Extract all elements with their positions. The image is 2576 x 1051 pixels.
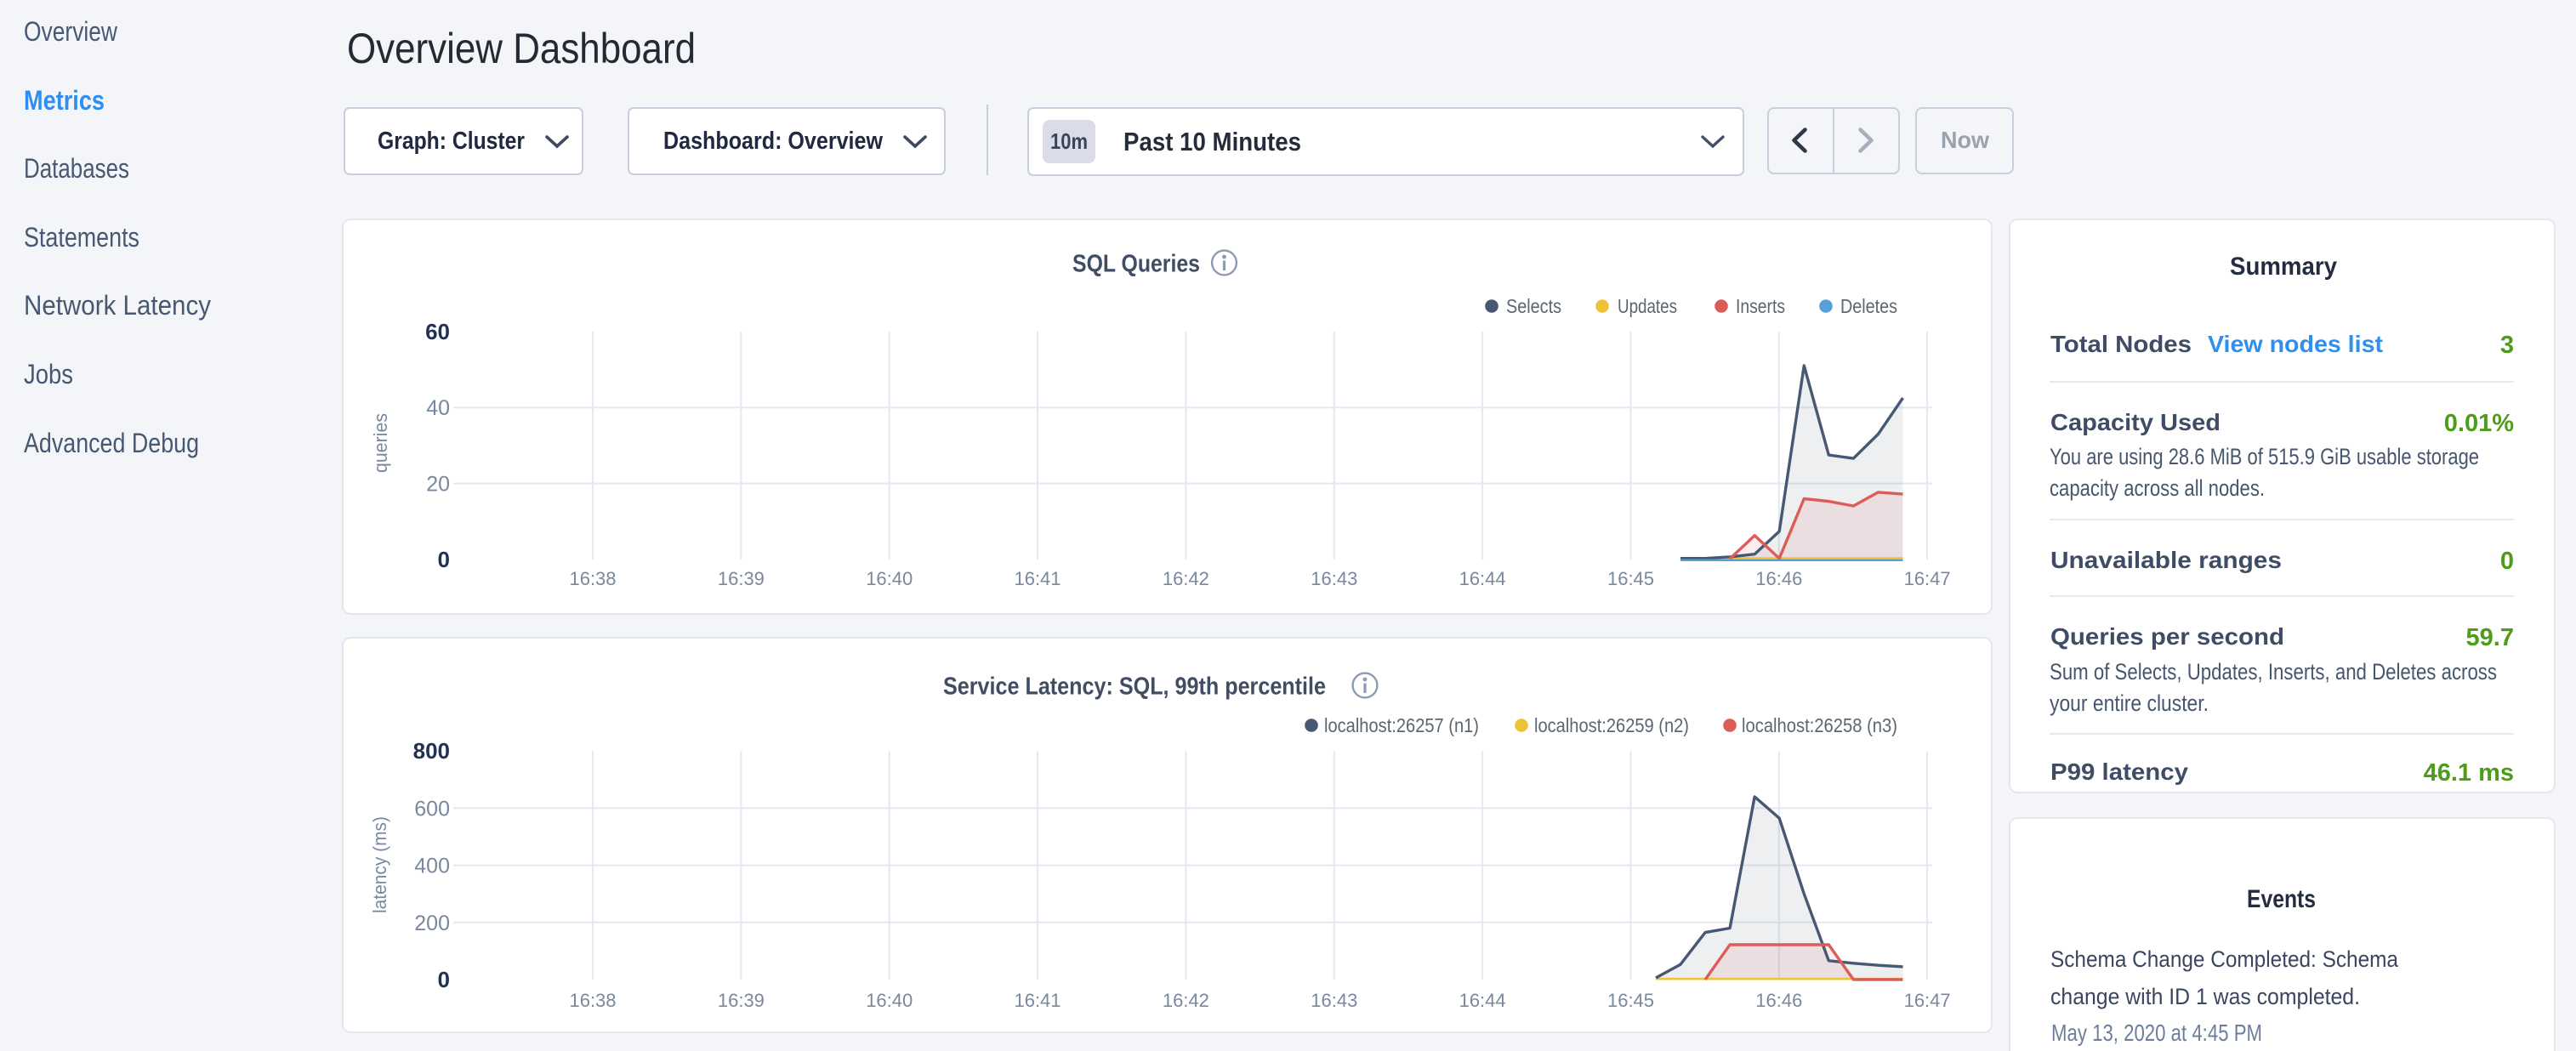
svg-text:16:43: 16:43 <box>1311 568 1357 589</box>
svg-text:Inserts: Inserts <box>1736 295 1785 317</box>
svg-text:16:41: 16:41 <box>1015 568 1061 589</box>
svg-text:Selects: Selects <box>1506 295 1561 317</box>
svg-text:200: 200 <box>414 912 450 935</box>
svg-text:0: 0 <box>438 547 450 572</box>
svg-text:16:47: 16:47 <box>1904 568 1951 589</box>
svg-text:40: 40 <box>426 396 450 420</box>
svg-text:localhost:26259 (n2): localhost:26259 (n2) <box>1534 714 1689 736</box>
svg-text:16:40: 16:40 <box>866 990 913 1011</box>
svg-text:0: 0 <box>438 967 450 992</box>
svg-text:localhost:26258 (n3): localhost:26258 (n3) <box>1742 714 1897 736</box>
svg-text:20: 20 <box>426 473 450 497</box>
svg-text:16:47: 16:47 <box>1904 990 1951 1011</box>
svg-text:16:46: 16:46 <box>1755 990 1802 1011</box>
svg-text:16:38: 16:38 <box>570 568 617 589</box>
svg-text:16:40: 16:40 <box>866 568 913 589</box>
svg-text:16:39: 16:39 <box>718 990 765 1011</box>
svg-text:queries: queries <box>370 413 391 473</box>
svg-text:SQL Queries: SQL Queries <box>1072 251 1200 278</box>
svg-text:Updates: Updates <box>1618 295 1677 317</box>
svg-text:16:42: 16:42 <box>1163 990 1209 1011</box>
svg-text:Deletes: Deletes <box>1840 295 1897 317</box>
svg-text:16:43: 16:43 <box>1311 990 1357 1011</box>
svg-text:600: 600 <box>414 797 450 821</box>
svg-text:800: 800 <box>413 738 450 764</box>
svg-text:16:46: 16:46 <box>1755 568 1802 589</box>
svg-text:16:45: 16:45 <box>1607 990 1654 1011</box>
svg-text:400: 400 <box>414 855 450 878</box>
svg-text:60: 60 <box>425 319 450 344</box>
svg-text:latency (ms): latency (ms) <box>369 816 390 913</box>
svg-text:16:45: 16:45 <box>1607 568 1654 589</box>
svg-text:16:42: 16:42 <box>1163 568 1209 589</box>
svg-text:16:41: 16:41 <box>1015 990 1061 1011</box>
svg-text:Service Latency: SQL, 99th per: Service Latency: SQL, 99th percentile <box>943 673 1326 701</box>
svg-text:localhost:26257 (n1): localhost:26257 (n1) <box>1324 714 1479 736</box>
svg-text:16:38: 16:38 <box>570 990 617 1011</box>
svg-text:16:39: 16:39 <box>718 568 765 589</box>
svg-text:16:44: 16:44 <box>1459 568 1506 589</box>
svg-text:16:44: 16:44 <box>1459 990 1506 1011</box>
